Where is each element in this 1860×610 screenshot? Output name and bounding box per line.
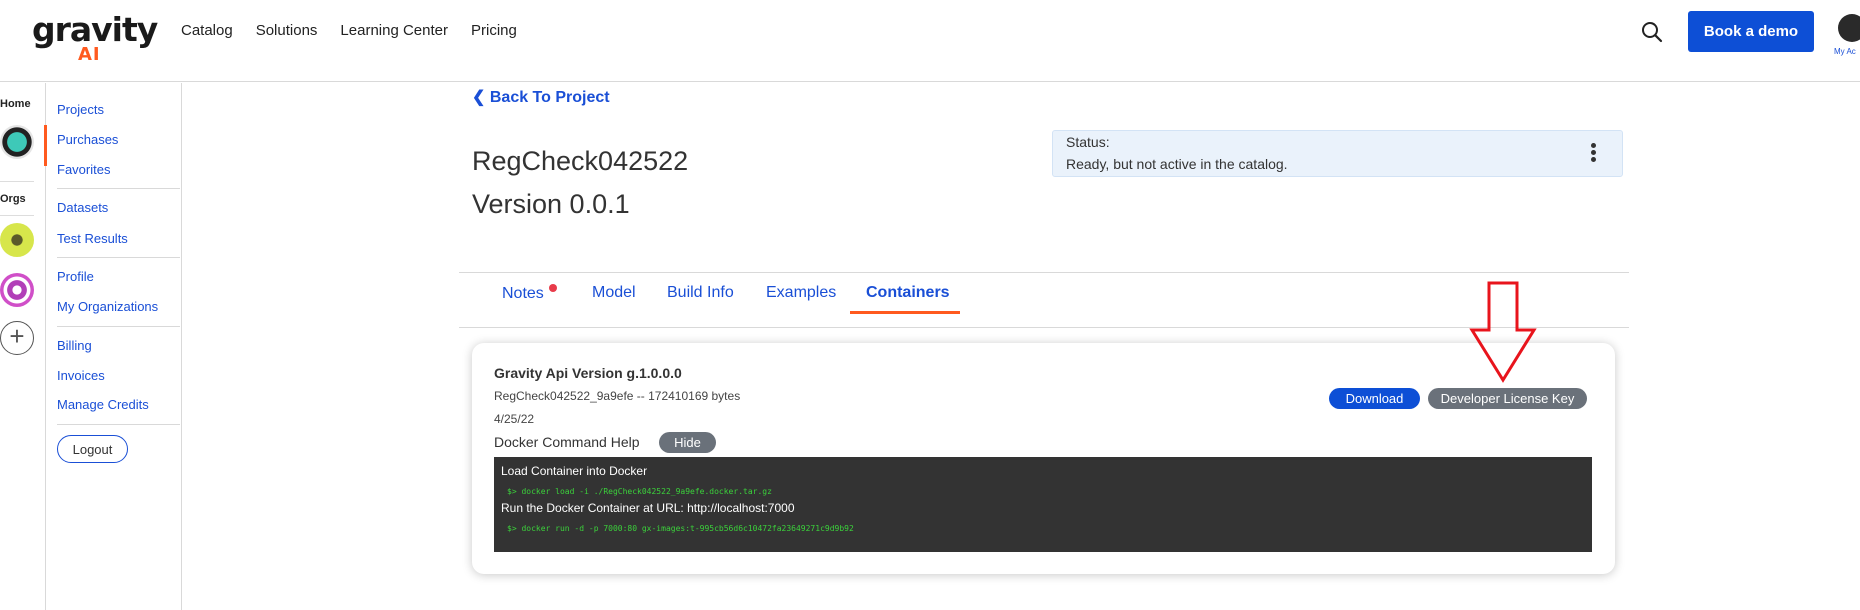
account-label[interactable]: My Ac	[1834, 47, 1856, 56]
book-demo-button[interactable]: Book a demo	[1688, 11, 1814, 52]
sidebar-item-invoices[interactable]: Invoices	[57, 368, 105, 383]
run-heading: Run the Docker Container at URL: http://…	[501, 501, 795, 515]
annotation-down-arrow-icon	[1469, 281, 1537, 383]
status-box: Status: Ready, but not active in the cat…	[1052, 130, 1623, 177]
top-navbar: gravity AI Catalog Solutions Learning Ce…	[0, 0, 1860, 82]
container-name: Gravity Api Version g.1.0.0.0	[494, 365, 682, 381]
sidebar-divider	[57, 257, 180, 258]
sidebar-divider	[57, 188, 180, 189]
rail-divider	[0, 181, 34, 182]
sidebar-active-indicator	[44, 125, 47, 166]
sidebar-item-purchases[interactable]: Purchases	[57, 132, 118, 147]
main-nav: Catalog Solutions Learning Center Pricin…	[181, 20, 540, 42]
logo-ai: AI	[78, 44, 101, 65]
nav-pricing[interactable]: Pricing	[471, 20, 517, 42]
tab-model[interactable]: Model	[592, 284, 636, 302]
org-rail: Home Orgs +	[0, 83, 46, 610]
status-label: Status:	[1066, 134, 1110, 150]
sidebar-item-projects[interactable]: Projects	[57, 102, 104, 117]
home-avatar[interactable]	[0, 125, 34, 159]
tab-containers[interactable]: Containers	[866, 284, 950, 302]
active-tab-underline	[850, 311, 960, 314]
load-command[interactable]: $> docker load -i ./RegCheck042522_9a9ef…	[507, 487, 772, 496]
tab-notes[interactable]: Notes	[502, 284, 557, 303]
back-to-project-link[interactable]: ❮ Back To Project	[472, 87, 610, 107]
tab-examples[interactable]: Examples	[766, 284, 836, 302]
gravity-ai-logo[interactable]: gravity AI	[32, 4, 158, 66]
search-icon[interactable]	[1640, 20, 1664, 44]
sidebar-item-manage-credits[interactable]: Manage Credits	[57, 397, 149, 412]
container-file-info: RegCheck042522_9a9efe -- 172410169 bytes	[494, 389, 741, 403]
tab-notes-label: Notes	[502, 285, 544, 302]
sidebar-item-favorites[interactable]: Favorites	[57, 162, 110, 177]
container-date: 4/25/22	[494, 412, 535, 426]
account-avatar[interactable]	[1838, 14, 1860, 42]
sidebar-item-datasets[interactable]: Datasets	[57, 200, 108, 215]
org-avatar-2[interactable]	[0, 273, 34, 307]
more-options-icon[interactable]	[1591, 143, 1597, 164]
notification-dot	[548, 284, 557, 292]
sidebar-item-profile[interactable]: Profile	[57, 269, 94, 284]
sidebar-item-billing[interactable]: Billing	[57, 338, 92, 353]
docker-commands-panel: Load Container into Docker $> docker loa…	[494, 457, 1592, 552]
sidebar-divider	[57, 326, 180, 327]
tab-build-info[interactable]: Build Info	[667, 284, 734, 302]
add-org-icon[interactable]: +	[0, 321, 34, 355]
page-title: RegCheck042522	[472, 146, 689, 176]
load-heading: Load Container into Docker	[501, 464, 648, 478]
sidebar-item-test-results[interactable]: Test Results	[57, 231, 128, 246]
rail-orgs-label: Orgs	[0, 193, 26, 205]
sidebar-item-my-organizations[interactable]: My Organizations	[57, 299, 158, 314]
status-value: Ready, but not active in the catalog.	[1066, 156, 1288, 172]
logout-button[interactable]: Logout	[57, 435, 128, 463]
download-button[interactable]: Download	[1329, 388, 1420, 409]
rail-divider	[0, 215, 34, 216]
account-sidebar: Projects Purchases Favorites Datasets Te…	[44, 83, 182, 610]
developer-license-key-button[interactable]: Developer License Key	[1428, 388, 1587, 409]
nav-solutions[interactable]: Solutions	[256, 20, 318, 42]
page-version: Version 0.0.1	[472, 189, 630, 219]
hide-button[interactable]: Hide	[659, 432, 716, 453]
docker-help-label: Docker Command Help	[494, 434, 640, 450]
rail-home-label: Home	[0, 98, 31, 110]
project-tabs: Notes Model Build Info Examples Containe…	[459, 272, 1629, 328]
nav-catalog[interactable]: Catalog	[181, 20, 233, 42]
org-avatar-1[interactable]	[0, 223, 34, 257]
nav-learning-center[interactable]: Learning Center	[340, 20, 448, 42]
chevron-left-icon: ❮	[472, 89, 486, 106]
sidebar-divider	[57, 424, 180, 425]
container-card: Gravity Api Version g.1.0.0.0 RegCheck04…	[472, 343, 1615, 574]
run-command[interactable]: $> docker run -d -p 7000:80 gx-images:t-…	[507, 524, 854, 533]
back-label: Back To Project	[489, 89, 610, 106]
